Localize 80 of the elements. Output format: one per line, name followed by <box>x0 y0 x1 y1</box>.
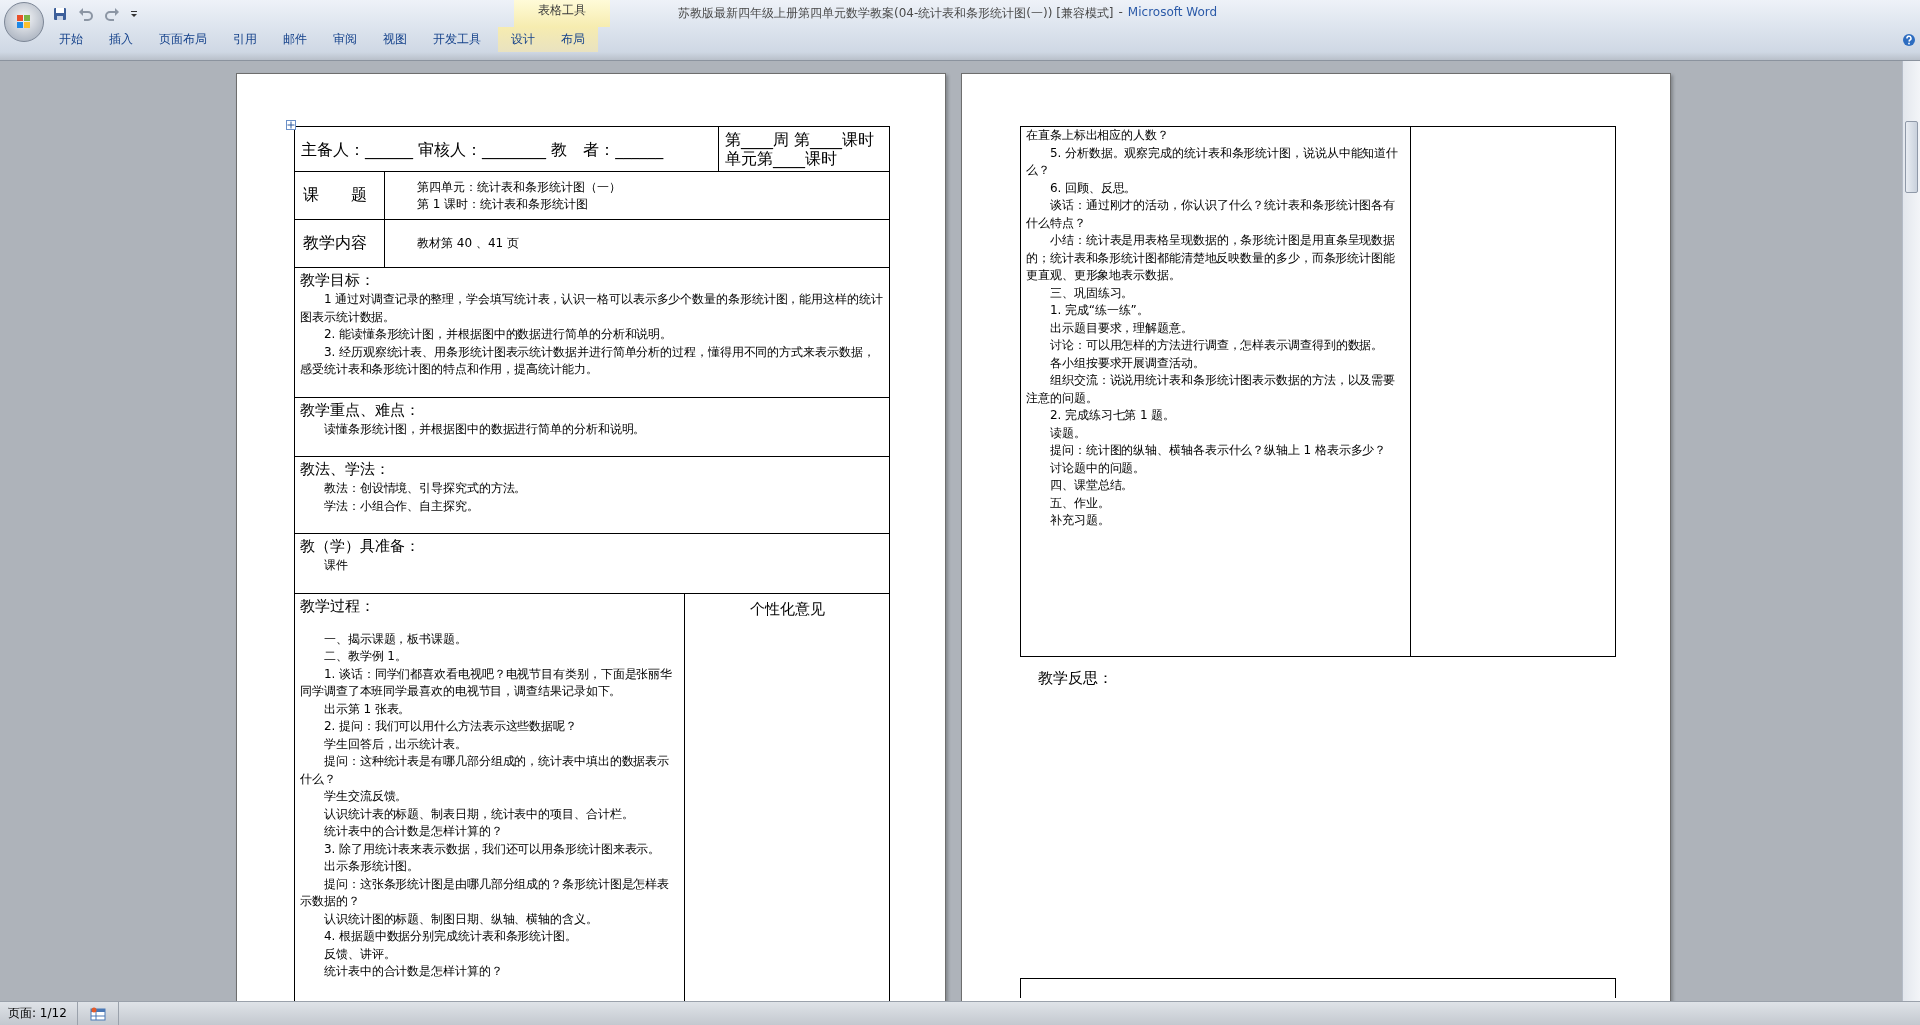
column-heading: 个性化意见 <box>749 599 825 619</box>
paragraph: 4. 根据题中数据分别完成统计表和条形统计图。 <box>323 928 578 945</box>
paragraph: 组织交流：说说用统计表和条形统计图表示数据的方法，以及需要注意的问题。 <box>1026 372 1397 407</box>
row-label: 课 题 <box>303 185 367 206</box>
ribbon-tab[interactable]: 邮件 <box>270 27 320 52</box>
ribbon-tab[interactable]: 插入 <box>96 27 146 52</box>
paragraph: 统计表中的合计数是怎样计算的？ <box>323 963 504 980</box>
ribbon-tab[interactable]: 引用 <box>220 27 270 52</box>
schedule-field: 单元第____课时 <box>725 149 889 168</box>
app-name: Microsoft Word <box>1127 5 1218 21</box>
customize-dropdown-icon[interactable] <box>130 9 138 18</box>
paragraph: 读懂条形统计图，并根据图中的数据进行简单的分析和说明。 <box>323 420 647 438</box>
paragraph: 出示题目要求，理解题意。 <box>1049 319 1194 337</box>
redo-icon[interactable] <box>104 5 120 22</box>
section-heading: 教学目标： <box>300 270 375 291</box>
section-heading: 教法、学法： <box>300 459 390 480</box>
ribbon-tab[interactable]: 开始 <box>46 27 96 52</box>
ribbon-tab[interactable]: 开发工具 <box>420 27 494 52</box>
vertical-scrollbar[interactable] <box>1902 61 1920 1001</box>
paragraph: 统计表中的合计数是怎样计算的？ <box>323 823 504 840</box>
ribbon-tab[interactable]: 视图 <box>370 27 420 52</box>
paragraph: 2. 完成练习七第 1 题。 <box>1049 407 1177 424</box>
help-icon[interactable] <box>1902 32 1916 47</box>
paragraph: 小结：统计表是用表格呈现数据的，条形统计图是用直条呈现数据的；统计表和条形统计图都能清楚地反映数量的多少，而条形统计图能更直观、更形象地表示数据。 <box>1026 232 1397 284</box>
row-label: 教学内容 <box>303 233 367 254</box>
paragraph: 出示条形统计图。 <box>323 858 421 875</box>
paragraph: 提问：统计图的纵轴、横轴各表示什么？纵轴上 1 格表示多少？ <box>1049 442 1388 459</box>
paragraph: 在直条上标出相应的人数？ <box>1026 127 1170 144</box>
schedule-field: 第____周 第____课时 <box>725 130 889 149</box>
paragraph: 1. 谈话：同学们都喜欢看电视吧？电视节目有类别，下面是张丽华同学调查了本班同学最喜欢的电视节目，调查结果记录如下。 <box>300 665 674 700</box>
row-value: 第四单元：统计表和条形统计图（一） <box>417 178 622 196</box>
table-view-icon[interactable] <box>89 1006 106 1021</box>
paragraph: 一、揭示课题，板书课题。 <box>323 630 468 648</box>
row-value: 第 1 课时：统计表和条形统计图 <box>417 195 590 213</box>
window-title: 苏教版最新四年级上册第四单元数学教案(04-统计表和条形统计图(一)) [兼容模式] <box>678 5 1114 22</box>
section-heading: 教学反思： <box>1038 669 1113 688</box>
ribbon-tab[interactable]: 审阅 <box>320 27 370 52</box>
paragraph: 二、教学例 1。 <box>323 648 408 665</box>
paragraph: 认识统计图的标题、制图日期、纵轴、横轴的含义。 <box>323 910 599 928</box>
section-heading: 教（学）具准备： <box>300 536 420 557</box>
paragraph: 五、作业。 <box>1049 494 1111 512</box>
contextual-tab-group: 表格工具 <box>514 0 610 27</box>
ribbon-tab[interactable]: 布局 <box>548 27 598 52</box>
paragraph: 课件 <box>323 557 349 574</box>
page-count: 页面: 1/12 <box>0 1002 78 1025</box>
paragraph: 讨论：可以用怎样的方法进行调查，怎样表示调查得到的数据。 <box>1049 337 1385 354</box>
row-value: 教材第 40 、41 页 <box>417 235 520 252</box>
paragraph: 学生回答后，出示统计表。 <box>323 735 468 753</box>
paragraph: 讨论题中的问题。 <box>1049 459 1147 477</box>
office-button[interactable] <box>4 2 44 42</box>
paragraph: 6. 回顾、反思。 <box>1049 179 1138 197</box>
paragraph: 各小组按要求开展调查活动。 <box>1049 354 1206 372</box>
paragraph: 三、巩固练习。 <box>1049 284 1135 302</box>
paragraph: 反馈、讲评。 <box>323 945 397 963</box>
staff-fields: 主备人：______ 审核人：________ 教 者：______ <box>301 139 664 159</box>
paragraph: 3. 经历观察统计表、用条形统计图表示统计数据并进行简单分析的过程，懂得用不同的方式来表示数据，感受统计表和条形统计图的特点和作用，提高统计能力。 <box>300 343 876 378</box>
paragraph: 学生交流反馈。 <box>323 788 409 805</box>
paragraph: 提问：这种统计表是有哪几部分组成的，统计表中填出的数据表示什么？ <box>300 753 671 788</box>
paragraph: 3. 除了用统计表来表示数据，我们还可以用条形统计图来表示。 <box>323 840 662 858</box>
paragraph: 四、课堂总结。 <box>1049 477 1135 494</box>
paragraph: 2. 能读懂条形统计图，并根据图中的数据进行简单的分析和说明。 <box>323 326 674 343</box>
paragraph: 读题。 <box>1049 424 1087 442</box>
ribbon-tab[interactable]: 设计 <box>498 27 548 52</box>
paragraph: 补充习题。 <box>1049 512 1111 529</box>
save-icon[interactable] <box>52 5 68 22</box>
paragraph: 出示第 1 张表。 <box>323 700 412 718</box>
paragraph: 1. 完成“练一练”。 <box>1049 302 1150 319</box>
paragraph: 教法：创设情境、引导探究式的方法。 <box>323 480 528 497</box>
paragraph: 学法：小组合作、自主探究。 <box>323 497 480 515</box>
paragraph: 谈话：通过刚才的活动，你认识了什么？统计表和条形统计图各有什么特点？ <box>1026 197 1397 232</box>
section-heading: 教学重点、难点： <box>300 399 420 421</box>
paragraph: 1 通过对调查记录的整理，学会填写统计表，认识一格可以表示多少个数量的条形统计图，能用这样的统计图表示统计数据。 <box>300 291 884 326</box>
paragraph: 提问：这张条形统计图是由哪几部分组成的？条形统计图是怎样表示数据的？ <box>300 875 671 910</box>
ribbon-tab[interactable]: 页面布局 <box>146 27 220 52</box>
table-move-handle-icon[interactable] <box>286 120 296 130</box>
paragraph: 5. 分析数据。观察完成的统计表和条形统计图，说说从中能知道什么？ <box>1026 144 1400 179</box>
section-heading: 教学过程： <box>300 595 375 617</box>
title-separator: - <box>1118 5 1123 21</box>
paragraph: 2. 提问：我们可以用什么方法表示这些数据呢？ <box>323 718 578 735</box>
paragraph: 认识统计表的标题、制表日期，统计表中的项目、合计栏。 <box>323 805 635 823</box>
